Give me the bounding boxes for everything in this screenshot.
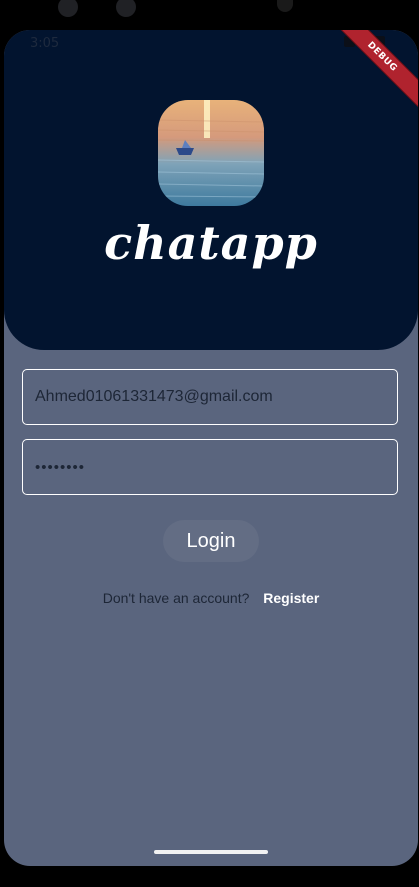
register-prompt: Don't have an account? <box>102 590 250 606</box>
password-input[interactable] <box>23 440 397 494</box>
login-button[interactable]: Login <box>163 520 259 562</box>
header-panel: 3:05 chatapp <box>4 30 418 350</box>
bezel-notification-icon <box>116 0 136 17</box>
home-indicator[interactable] <box>154 850 268 854</box>
email-field[interactable] <box>22 369 398 425</box>
app-title: chatapp <box>104 216 318 270</box>
camera-cutout <box>277 0 293 12</box>
email-input[interactable] <box>23 370 397 424</box>
app-screen: 3:05 chatapp DEBUG Ahmed01061331473@gmai… <box>4 30 418 866</box>
register-link[interactable]: Register <box>263 590 319 606</box>
app-logo <box>158 100 264 206</box>
paper-boat-icon <box>176 148 194 155</box>
status-time: 3:05 <box>30 36 60 51</box>
bezel-notification-icon <box>58 0 78 17</box>
register-row: Don't have an account? Register <box>4 590 418 606</box>
password-field[interactable] <box>22 439 398 495</box>
